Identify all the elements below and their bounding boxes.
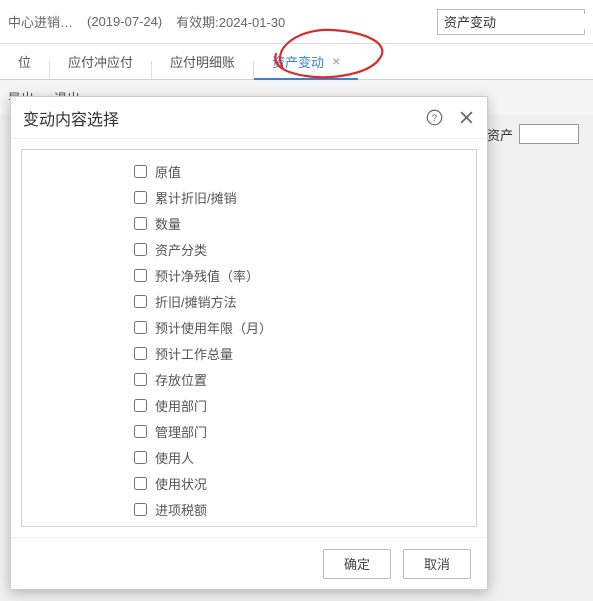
- item-label: 存放位置: [155, 370, 207, 389]
- checkbox[interactable]: [134, 165, 147, 178]
- list-item[interactable]: 预计使用年限（月）: [134, 314, 476, 340]
- list-item[interactable]: 数量: [134, 210, 476, 236]
- tab-2[interactable]: 应付明细账: [152, 43, 253, 79]
- checkbox-list[interactable]: 原值累计折旧/摊销数量资产分类预计净残值（率） 折旧/摊销方法预计使用年限（月） 预…: [21, 149, 477, 527]
- checkbox[interactable]: [134, 217, 147, 230]
- checkbox[interactable]: [134, 347, 147, 360]
- checkbox[interactable]: [134, 373, 147, 386]
- item-label: 进项税额: [155, 500, 207, 519]
- checkbox[interactable]: [134, 321, 147, 334]
- item-label: 使用人: [155, 448, 194, 467]
- cancel-button[interactable]: 取消: [403, 549, 471, 579]
- modal-body: 原值累计折旧/摊销数量资产分类预计净残值（率） 折旧/摊销方法预计使用年限（月） 预…: [11, 139, 487, 537]
- tab-0[interactable]: 位: [0, 43, 49, 79]
- svg-text:?: ?: [431, 113, 436, 123]
- checkbox[interactable]: [134, 243, 147, 256]
- ok-button[interactable]: 确定: [323, 549, 391, 579]
- search-input[interactable]: [438, 14, 593, 29]
- tab-label: 位: [18, 52, 31, 71]
- tab-bar: 位 应付冲应付 应付明细账 资产变动 ×: [0, 44, 593, 80]
- list-item[interactable]: 资产分类: [134, 236, 476, 262]
- item-label: 使用状况: [155, 474, 207, 493]
- item-label: 资产分类: [155, 240, 207, 259]
- modal-header-icons: ?: [425, 109, 475, 127]
- list-item[interactable]: 使用部门: [134, 392, 476, 418]
- item-label: 预计工作总量: [155, 344, 233, 363]
- header-bar: 中心进销… (2019-07-24) 有效期:2024-01-30: [0, 0, 593, 44]
- modal-footer: 确定 取消: [11, 537, 487, 589]
- list-item[interactable]: 使用人: [134, 444, 476, 470]
- app-title: 中心进销…: [8, 12, 73, 31]
- tab-label: 应付明细账: [170, 52, 235, 71]
- modal-header: 变动内容选择 ?: [11, 97, 487, 139]
- header-date: (2019-07-24): [87, 14, 162, 29]
- list-item[interactable]: 使用状况: [134, 470, 476, 496]
- list-item[interactable]: 折旧/摊销方法: [134, 288, 476, 314]
- asset-label: 资产: [487, 125, 513, 144]
- modal-title: 变动内容选择: [23, 106, 119, 130]
- checkbox[interactable]: [134, 399, 147, 412]
- header-valid: 有效期:2024-01-30: [176, 12, 285, 31]
- header-left: 中心进销… (2019-07-24) 有效期:2024-01-30: [8, 12, 285, 31]
- list-item[interactable]: 预计工作总量: [134, 340, 476, 366]
- asset-input[interactable]: [519, 124, 579, 144]
- item-label: 数量: [155, 214, 181, 233]
- checkbox[interactable]: [134, 477, 147, 490]
- search-box[interactable]: [437, 9, 585, 35]
- list-item[interactable]: 存放位置: [134, 366, 476, 392]
- list-item[interactable]: 进项税额: [134, 496, 476, 522]
- item-label: 使用部门: [155, 396, 207, 415]
- list-item[interactable]: 原值: [134, 158, 476, 184]
- item-label: 管理部门: [155, 422, 207, 441]
- item-label: 原值: [155, 162, 181, 181]
- tab-1[interactable]: 应付冲应付: [50, 43, 151, 79]
- item-label: 预计净残值（率）: [155, 266, 259, 285]
- checkbox[interactable]: [134, 191, 147, 204]
- tab-close-icon[interactable]: ×: [332, 53, 340, 69]
- tab-asset-change[interactable]: 资产变动 ×: [254, 43, 358, 79]
- list-item[interactable]: 管理部门: [134, 418, 476, 444]
- list-item[interactable]: 预计净残值（率）: [134, 262, 476, 288]
- close-icon[interactable]: [457, 109, 475, 127]
- item-label: 累计折旧/摊销: [155, 188, 237, 207]
- checkbox[interactable]: [134, 425, 147, 438]
- tab-label: 应付冲应付: [68, 52, 133, 71]
- checkbox[interactable]: [134, 503, 147, 516]
- modal-change-content: 变动内容选择 ? 原值累计折旧/摊销数量资产分类预计净残值（率）折旧/摊销方法预…: [10, 96, 488, 590]
- list-item[interactable]: 累计折旧/摊销: [134, 184, 476, 210]
- tab-label: 资产变动: [272, 52, 324, 71]
- item-label: 折旧/摊销方法: [155, 292, 237, 311]
- checkbox[interactable]: [134, 269, 147, 282]
- help-icon[interactable]: ?: [425, 109, 443, 127]
- item-label: 预计使用年限（月）: [155, 318, 272, 337]
- checkbox[interactable]: [134, 295, 147, 308]
- checkbox[interactable]: [134, 451, 147, 464]
